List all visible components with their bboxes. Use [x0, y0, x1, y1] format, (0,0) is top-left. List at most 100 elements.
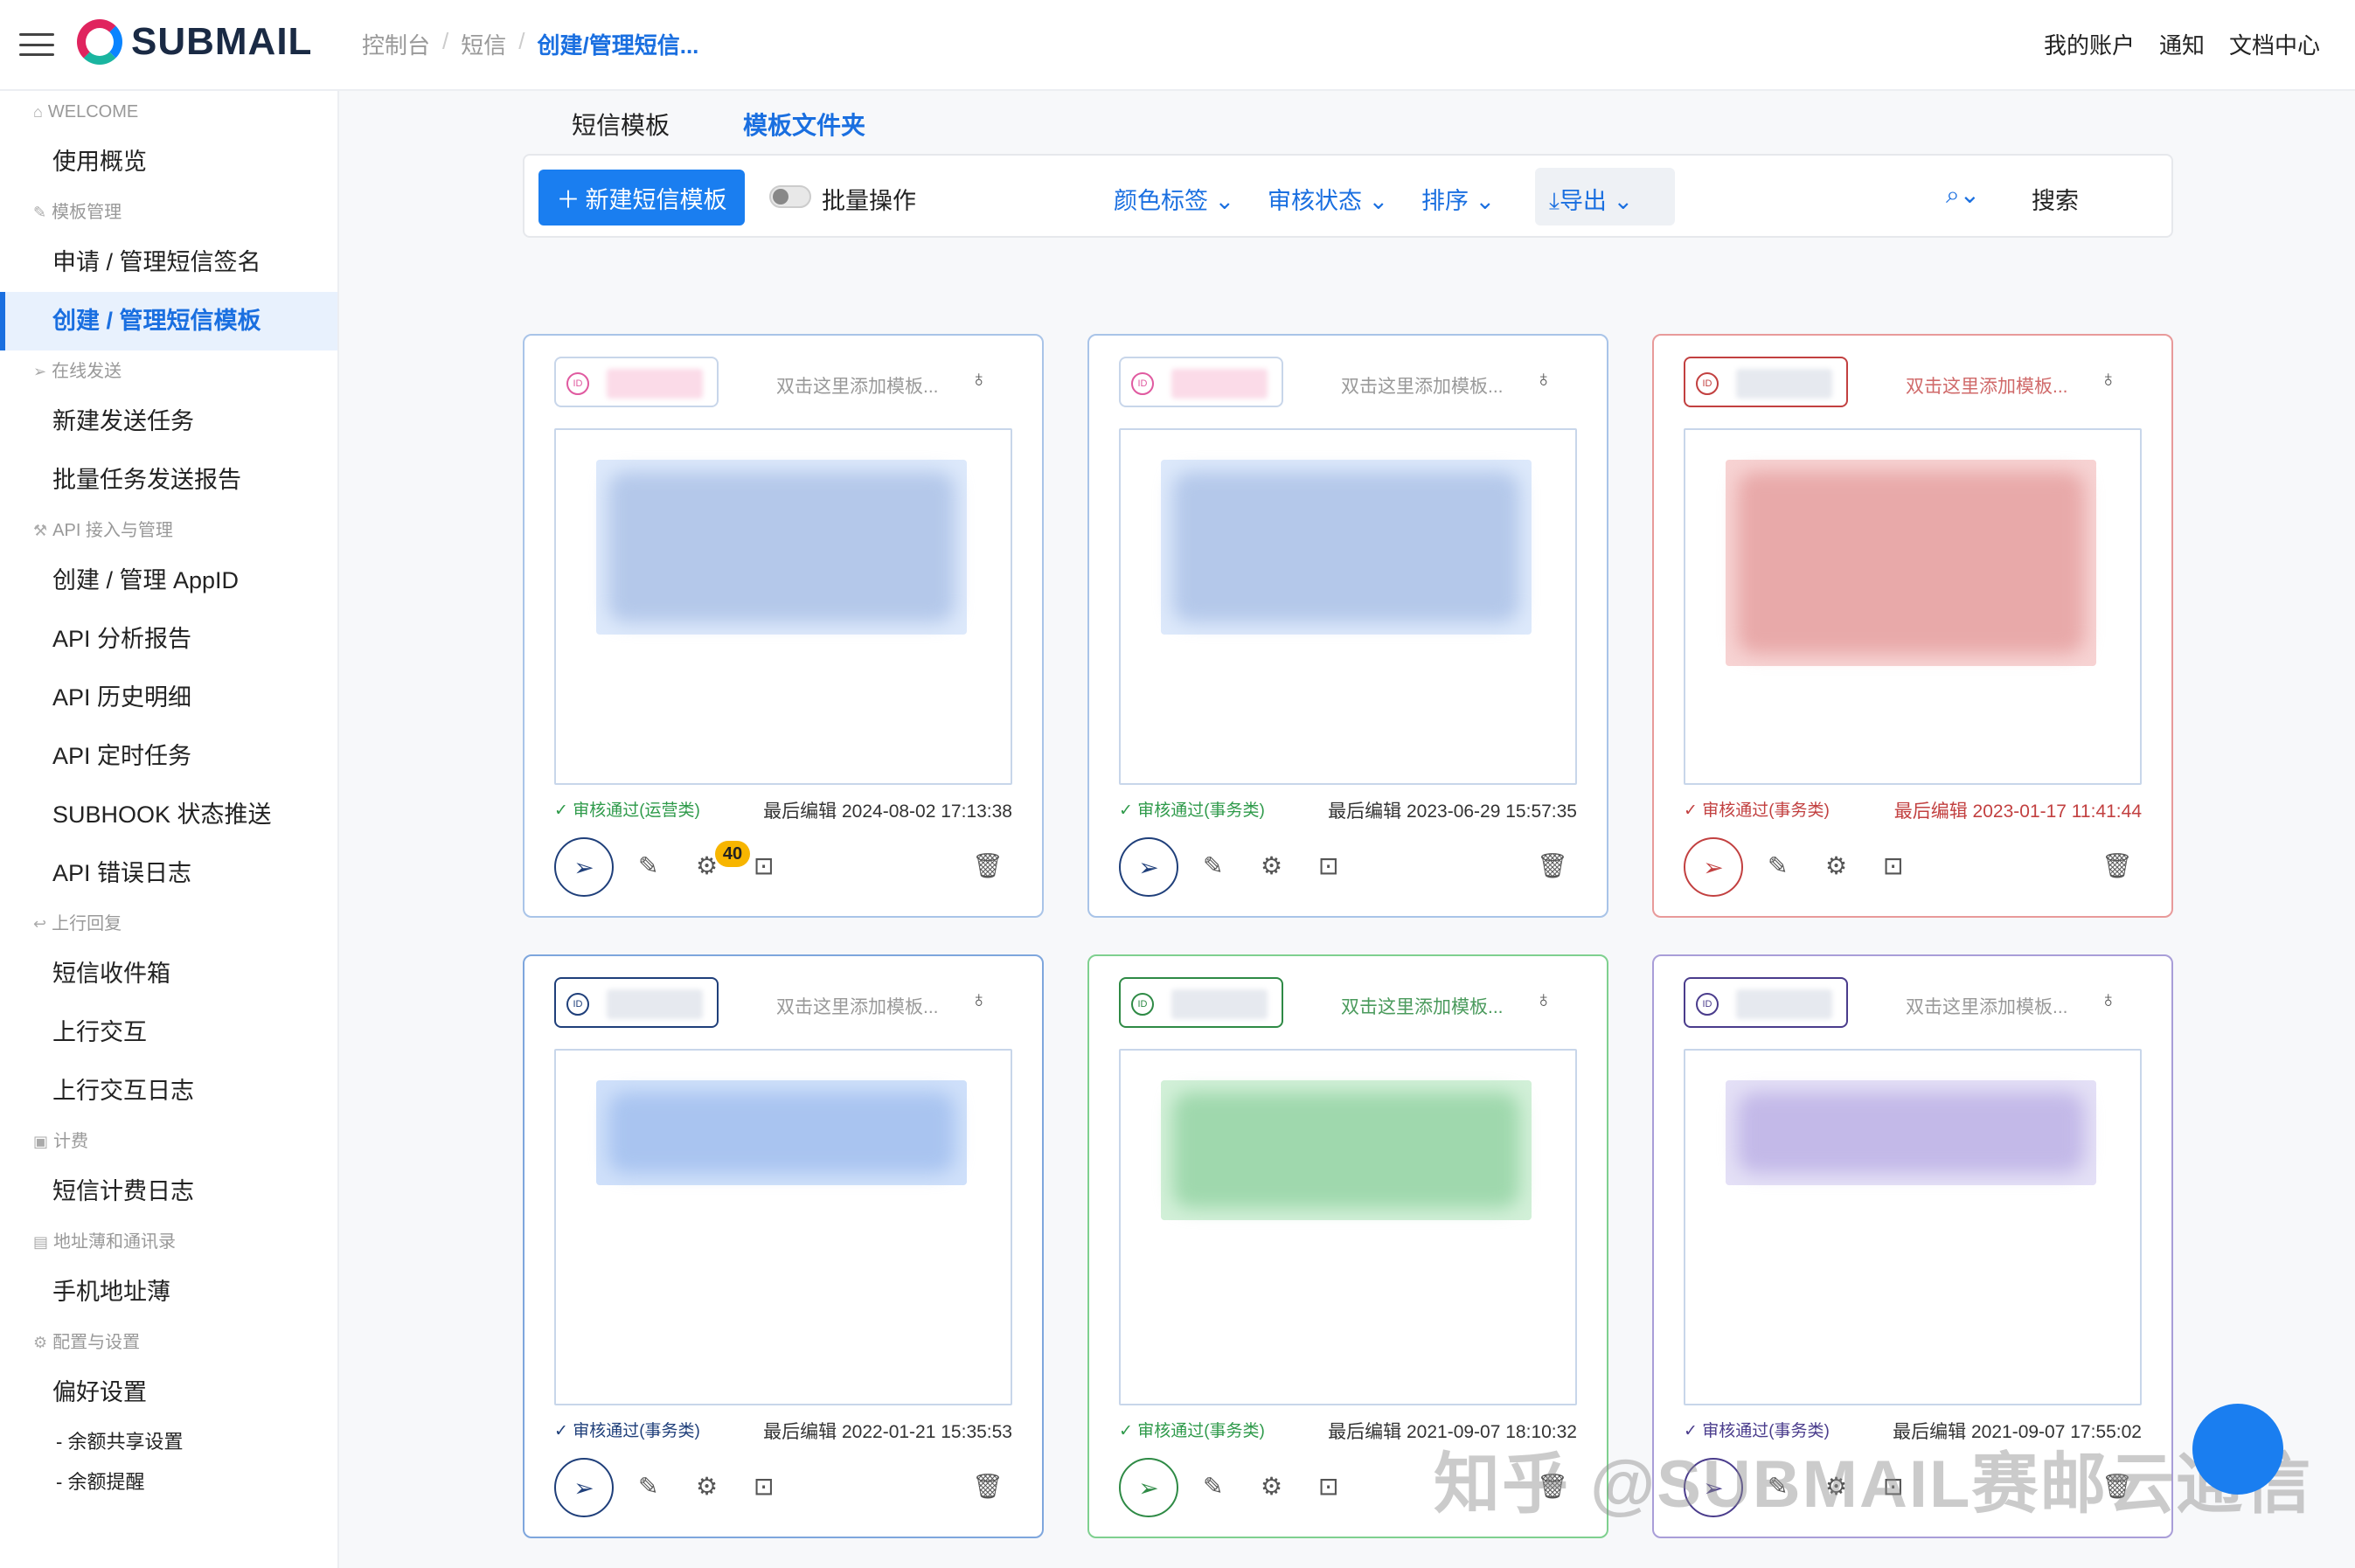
download-icon: ⤓ [1549, 188, 1560, 214]
breadcrumb-separator: / [442, 28, 449, 54]
sidebar-subitem-balance-share[interactable]: - 余额共享设置 [0, 1422, 337, 1462]
edit-icon[interactable]: ✎ [1768, 851, 1788, 880]
message-content-blurred [1173, 472, 1519, 622]
breadcrumb-console[interactable]: 控制台 [362, 28, 430, 60]
sidebar-item-templates[interactable]: 创建 / 管理短信模板 [0, 292, 337, 350]
edit-icon[interactable]: ✎ [1203, 1472, 1223, 1501]
template-card[interactable]: ID 双击这里添加模板... ♁ ✓ 审核通过(运营类) 最后编辑 2024-0… [523, 334, 1044, 918]
trash-icon[interactable]: 🗑 [972, 1472, 1004, 1501]
template-id-box[interactable]: ID [1684, 357, 1848, 407]
template-card[interactable]: ID 双击这里添加模板... ♁ ✓ 审核通过(事务类) 最后编辑 2022-0… [523, 954, 1044, 1538]
section-title: 在线发送 [52, 362, 122, 381]
id-icon: ID [1131, 372, 1154, 395]
ribbon-icon[interactable]: ♁ [1535, 365, 1553, 392]
menu-icon[interactable] [19, 33, 54, 56]
batch-label: 批量操作 [822, 188, 916, 214]
floating-action-button[interactable] [2192, 1404, 2283, 1495]
template-id-box[interactable]: ID [1119, 977, 1283, 1028]
folder-icon[interactable]: ⊡ [754, 1472, 774, 1501]
gear-icon[interactable]: ⚙ [1825, 851, 1847, 880]
gear-icon[interactable]: ⚙ [1261, 851, 1282, 880]
breadcrumb-sms[interactable]: 短信 [461, 28, 506, 60]
folder-icon[interactable]: ⊡ [1318, 851, 1338, 880]
trash-icon[interactable]: 🗑 [2101, 851, 2133, 880]
folder-icon[interactable]: ⊡ [1318, 1472, 1338, 1501]
sidebar-item-phonebook[interactable]: 手机地址薄 [0, 1263, 337, 1322]
ribbon-icon[interactable]: ♁ [970, 986, 988, 1013]
reply-icon: ↩ [33, 915, 47, 933]
trash-icon[interactable]: 🗑 [972, 851, 1004, 880]
sidebar-item-api-analysis[interactable]: API 分析报告 [0, 610, 337, 669]
ribbon-icon[interactable]: ♁ [970, 365, 988, 392]
send-icon[interactable]: ➢ [554, 1458, 614, 1517]
edit-icon[interactable]: ✎ [1203, 851, 1223, 880]
review-status-text: 审核通过(运营类) [573, 801, 700, 820]
review-status: ✓ 审核通过(运营类) [554, 801, 700, 820]
send-icon[interactable]: ➢ [1119, 837, 1178, 897]
template-card[interactable]: ID 双击这里添加模板... ♁ ✓ 审核通过(事务类) 最后编辑 2023-0… [1652, 334, 2173, 918]
sort-filter[interactable]: 排序 ⌄ [1421, 182, 1495, 216]
sidebar-item-new-task[interactable]: 新建发送任务 [0, 392, 337, 451]
gear-icon[interactable]: ⚙ [1261, 1472, 1282, 1501]
send-icon[interactable]: ➢ [1119, 1458, 1178, 1517]
book-icon: ▤ [33, 1233, 49, 1251]
section-title: 地址薄和通讯录 [53, 1232, 177, 1252]
sidebar-item-batch-report[interactable]: 批量任务发送报告 [0, 451, 337, 510]
template-name-placeholder[interactable]: 双击这里添加模板... [776, 993, 939, 1019]
template-card[interactable]: ID 双击这里添加模板... ♁ ✓ 审核通过(事务类) 最后编辑 2023-0… [1087, 334, 1608, 918]
sidebar-item-api-history[interactable]: API 历史明细 [0, 669, 337, 727]
search-button[interactable]: 搜索 [2032, 182, 2079, 216]
top-nav: 我的账户 通知 文档中心 [2044, 28, 2320, 60]
template-name-placeholder[interactable]: 双击这里添加模板... [1906, 372, 2068, 399]
sidebar-item-inbox[interactable]: 短信收件箱 [0, 945, 337, 1003]
template-id-box[interactable]: ID [1684, 977, 1848, 1028]
logo-text: SUBMAIL [131, 20, 313, 63]
folder-icon[interactable]: ⊡ [754, 851, 774, 880]
trash-icon[interactable]: 🗑 [1537, 851, 1568, 880]
sidebar-item-signatures[interactable]: 申请 / 管理短信签名 [0, 233, 337, 292]
folder-icon[interactable]: ⊡ [1883, 851, 1903, 880]
export-label[interactable]: ⤓导出 ⌄ [1549, 182, 1633, 216]
template-id-box[interactable]: ID [1119, 357, 1283, 407]
review-status-filter[interactable]: 审核状态 ⌄ [1268, 182, 1388, 216]
watermark: 知乎 @SUBMAIL赛邮云通信 [1434, 1447, 2313, 1522]
review-status: ✓ 审核通过(事务类) [1119, 801, 1265, 820]
template-name-placeholder[interactable]: 双击这里添加模板... [1341, 372, 1504, 399]
new-template-button[interactable]: ＋新建短信模板 [538, 170, 745, 225]
template-id-box[interactable]: ID [554, 977, 719, 1028]
pencil-icon: ✎ [33, 204, 47, 221]
sidebar-item-preferences[interactable]: 偏好设置 [0, 1363, 337, 1422]
send-icon[interactable]: ➢ [554, 837, 614, 897]
sidebar-item-billing-log[interactable]: 短信计费日志 [0, 1162, 337, 1221]
ribbon-icon[interactable]: ♁ [2100, 986, 2117, 1013]
sidebar-item-subhook[interactable]: SUBHOOK 状态推送 [0, 786, 337, 844]
ribbon-icon[interactable]: ♁ [2100, 365, 2117, 392]
send-icon[interactable]: ➢ [1684, 837, 1743, 897]
nav-notifications[interactable]: 通知 [2159, 28, 2205, 60]
sidebar-item-api-scheduled[interactable]: API 定时任务 [0, 727, 337, 786]
template-name-placeholder[interactable]: 双击这里添加模板... [1906, 993, 2068, 1019]
sidebar-item-api-errors[interactable]: API 错误日志 [0, 844, 337, 903]
color-tag-filter[interactable]: 颜色标签 ⌄ [1114, 182, 1234, 216]
search-icon[interactable]: ⌕⌄ [1946, 180, 1980, 210]
sidebar-item-overview[interactable]: 使用概览 [0, 133, 337, 191]
sidebar-item-interaction-log[interactable]: 上行交互日志 [0, 1062, 337, 1120]
template-name-placeholder[interactable]: 双击这里添加模板... [1341, 993, 1504, 1019]
gear-icon[interactable]: ⚙ [696, 1472, 718, 1501]
new-template-label: 新建短信模板 [585, 186, 727, 213]
edit-icon[interactable]: ✎ [638, 1472, 658, 1501]
template-name-placeholder[interactable]: 双击这里添加模板... [776, 372, 939, 399]
logo[interactable]: SUBMAIL [77, 19, 312, 65]
nav-docs[interactable]: 文档中心 [2229, 28, 2320, 60]
sidebar-subitem-balance-alert[interactable]: - 余额提醒 [0, 1462, 337, 1502]
review-status-text: 审核通过(事务类) [1137, 1422, 1265, 1440]
nav-my-account[interactable]: 我的账户 [2044, 28, 2135, 60]
review-status: ✓ 审核通过(事务类) [1684, 801, 1830, 820]
ribbon-icon[interactable]: ♁ [1535, 986, 1553, 1013]
sms-preview [1119, 428, 1577, 785]
sidebar-item-appid[interactable]: 创建 / 管理 AppID [0, 552, 337, 610]
batch-toggle[interactable] [769, 185, 811, 208]
sidebar-item-interaction[interactable]: 上行交互 [0, 1003, 337, 1062]
edit-icon[interactable]: ✎ [638, 851, 658, 880]
template-id-box[interactable]: ID [554, 357, 719, 407]
